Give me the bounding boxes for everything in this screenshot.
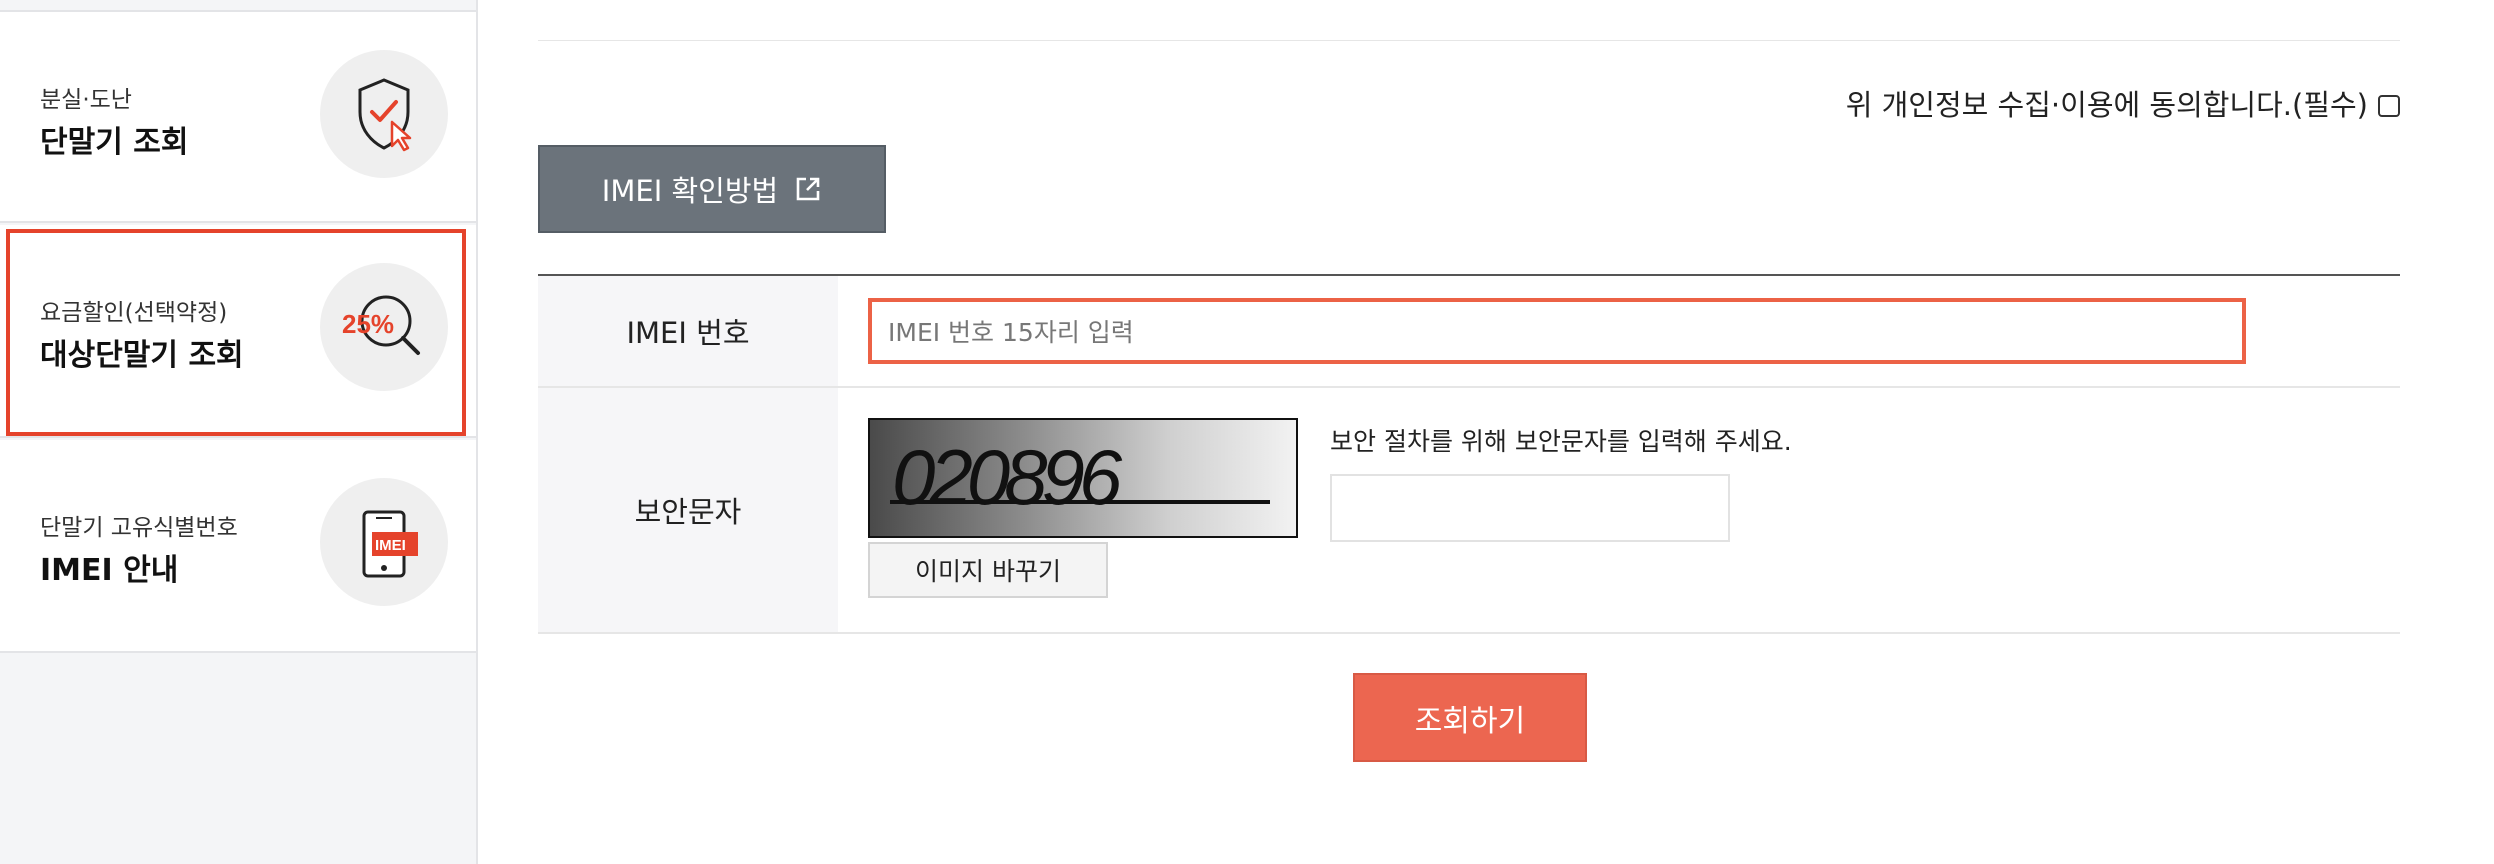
sidebar-item-lost-stolen[interactable]: 분실·도난 단말기 조회 xyxy=(0,10,476,223)
sidebar-item-subtitle: 요금할인(선택약정) xyxy=(40,300,228,326)
discount-search-icon: 25% xyxy=(320,263,448,391)
security-description: 보안 절차를 위해 보안문자를 입력해 주세요. xyxy=(1330,427,1792,456)
external-link-icon xyxy=(794,175,822,203)
phone-imei-icon: IMEI xyxy=(320,478,448,606)
imei-input[interactable]: IMEI 번호 15자리 입력 xyxy=(868,298,2246,364)
sidebar-item-title: IMEI 안내 xyxy=(40,553,179,588)
sidebar-item-subtitle: 단말기 고유식별번호 xyxy=(40,515,238,541)
consent-label: 위 개인정보 수집·이용에 동의합니다.(필수) xyxy=(1845,88,2368,122)
security-label: 보안문자 xyxy=(538,388,838,632)
shield-check-icon xyxy=(320,50,448,178)
sidebar-item-title: 단말기 조회 xyxy=(40,125,189,160)
search-button[interactable]: 조회하기 xyxy=(1353,673,1587,762)
change-captcha-button[interactable]: 이미지 바꾸기 xyxy=(868,542,1108,598)
discount-badge: 25% xyxy=(342,309,394,339)
divider xyxy=(538,40,2400,41)
imei-badge: IMEI xyxy=(375,537,406,554)
captcha-text: 020896 xyxy=(892,433,1122,521)
sidebar-item-title: 대상단말기 조회 xyxy=(40,338,244,373)
sidebar-item-subtitle: 분실·도난 xyxy=(40,87,132,113)
consent-row: 위 개인정보 수집·이용에 동의합니다.(필수) xyxy=(1846,82,2400,124)
imei-guide-label: IMEI 확인방법 xyxy=(601,174,779,208)
imei-guide-button[interactable]: IMEI 확인방법 xyxy=(538,145,886,233)
sidebar-item-discount-devices[interactable]: 요금할인(선택약정) 대상단말기 조회 25% xyxy=(0,225,476,438)
consent-checkbox[interactable] xyxy=(2378,95,2400,117)
captcha-noise-line xyxy=(890,500,1270,504)
imei-row: IMEI 번호 IMEI 번호 15자리 입력 xyxy=(538,276,2400,388)
security-row: 보안문자 020896 이미지 바꾸기 보안 절차를 위해 보안문자를 입력해 … xyxy=(538,388,2400,634)
sidebar-item-imei-guide[interactable]: 단말기 고유식별번호 IMEI 안내 IMEI xyxy=(0,440,476,653)
sidebar: 분실·도난 단말기 조회 요금할인(선택약정) 대상단말기 조회 25% 단말기 xyxy=(0,0,478,864)
sidebar-item-text: 분실·도난 단말기 조회 xyxy=(40,82,188,166)
sidebar-item-text: 요금할인(선택약정) 대상단말기 조회 xyxy=(40,295,244,379)
sidebar-item-text: 단말기 고유식별번호 IMEI 안내 xyxy=(40,510,238,594)
imei-label: IMEI 번호 xyxy=(538,276,838,386)
captcha-image: 020896 xyxy=(868,418,1298,538)
captcha-input[interactable] xyxy=(1330,474,1730,542)
